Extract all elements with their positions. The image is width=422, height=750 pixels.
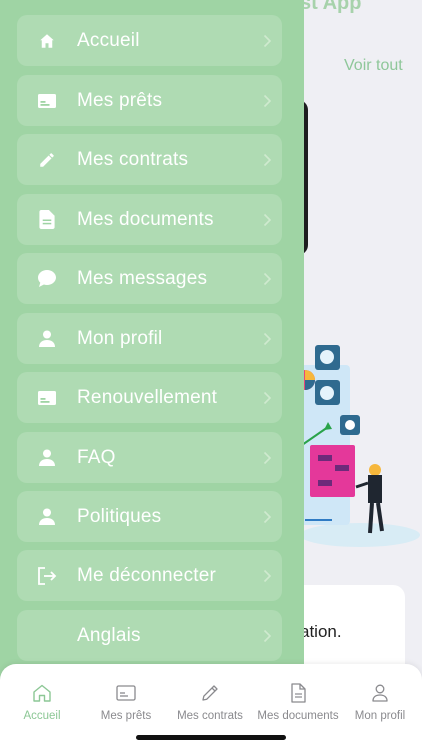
voir-tout-link[interactable]: Voir tout bbox=[344, 57, 403, 75]
dashboard-illustration bbox=[295, 345, 420, 547]
chevron-right-icon bbox=[252, 34, 282, 48]
menu-item-label: Anglais bbox=[77, 624, 141, 646]
menu-item-faq[interactable]: FAQ bbox=[17, 432, 282, 483]
menu-item-label: Mon profil bbox=[77, 327, 163, 349]
menu-item-label: FAQ bbox=[77, 446, 116, 468]
home-icon bbox=[17, 15, 77, 66]
tab-mes-prets[interactable]: Mes prêts bbox=[84, 682, 168, 722]
menu-item-politiques[interactable]: Politiques bbox=[17, 491, 282, 542]
chevron-right-icon bbox=[252, 272, 282, 286]
side-drawer: Accueil Mes prêts Mes contrats Mes docum… bbox=[0, 0, 304, 750]
menu-item-mon-profil[interactable]: Mon profil bbox=[17, 313, 282, 364]
pencil-icon bbox=[17, 134, 77, 185]
language-icon bbox=[17, 610, 77, 661]
chevron-right-icon bbox=[252, 332, 282, 346]
tab-mon-profil[interactable]: Mon profil bbox=[338, 682, 422, 722]
chevron-right-icon bbox=[252, 153, 282, 167]
tab-accueil[interactable]: Accueil bbox=[0, 682, 84, 722]
chevron-right-icon bbox=[252, 213, 282, 227]
tab-mes-contrats[interactable]: Mes contrats bbox=[168, 682, 252, 722]
tab-mes-documents[interactable]: Mes documents bbox=[256, 682, 340, 722]
menu-item-label: Mes contrats bbox=[77, 148, 189, 170]
menu-item-accueil[interactable]: Accueil bbox=[17, 15, 282, 66]
menu-item-label: Mes prêts bbox=[77, 89, 163, 111]
tab-label: Mon profil bbox=[354, 710, 406, 722]
tab-label: Mes prêts bbox=[100, 710, 152, 722]
person-icon bbox=[17, 491, 77, 542]
menu-item-mes-documents[interactable]: Mes documents bbox=[17, 194, 282, 245]
menu-item-mes-messages[interactable]: Mes messages bbox=[17, 253, 282, 304]
chevron-right-icon bbox=[252, 569, 282, 583]
chevron-right-icon bbox=[252, 451, 282, 465]
menu-item-me-deconnecter[interactable]: Me déconnecter bbox=[17, 550, 282, 601]
menu-item-label: Mes documents bbox=[77, 208, 214, 230]
app-title: st App bbox=[300, 0, 362, 14]
info-panel-text: ation. bbox=[300, 622, 342, 641]
chevron-right-icon bbox=[252, 94, 282, 108]
chevron-right-icon bbox=[252, 391, 282, 405]
card-icon bbox=[17, 75, 77, 126]
menu-item-label: Accueil bbox=[77, 29, 140, 51]
chat-bubble-icon bbox=[17, 253, 77, 304]
person-icon bbox=[17, 313, 77, 364]
menu-item-renouvellement[interactable]: Renouvellement bbox=[17, 372, 282, 423]
tab-label: Mes contrats bbox=[177, 710, 243, 722]
menu-item-anglais[interactable]: Anglais bbox=[17, 610, 282, 661]
menu-item-label: Me déconnecter bbox=[77, 564, 217, 586]
tab-label: Mes documents bbox=[257, 710, 339, 722]
home-outline-icon bbox=[0, 682, 84, 704]
home-indicator bbox=[136, 735, 286, 740]
chevron-right-icon bbox=[252, 510, 282, 524]
tab-label: Accueil bbox=[23, 710, 61, 722]
menu-item-label: Mes messages bbox=[77, 267, 208, 289]
menu-item-label: Renouvellement bbox=[77, 386, 218, 408]
chevron-right-icon bbox=[252, 629, 282, 643]
menu-item-mes-prets[interactable]: Mes prêts bbox=[17, 75, 282, 126]
person-icon bbox=[17, 432, 77, 483]
document-outline-icon bbox=[256, 682, 340, 704]
document-icon bbox=[17, 194, 77, 245]
person-outline-icon bbox=[338, 682, 422, 704]
card-icon bbox=[17, 372, 77, 423]
card-outline-icon bbox=[84, 682, 168, 704]
menu-item-mes-contrats[interactable]: Mes contrats bbox=[17, 134, 282, 185]
pencil-outline-icon bbox=[168, 682, 252, 704]
menu-item-label: Politiques bbox=[77, 505, 162, 527]
logout-icon bbox=[17, 550, 77, 601]
